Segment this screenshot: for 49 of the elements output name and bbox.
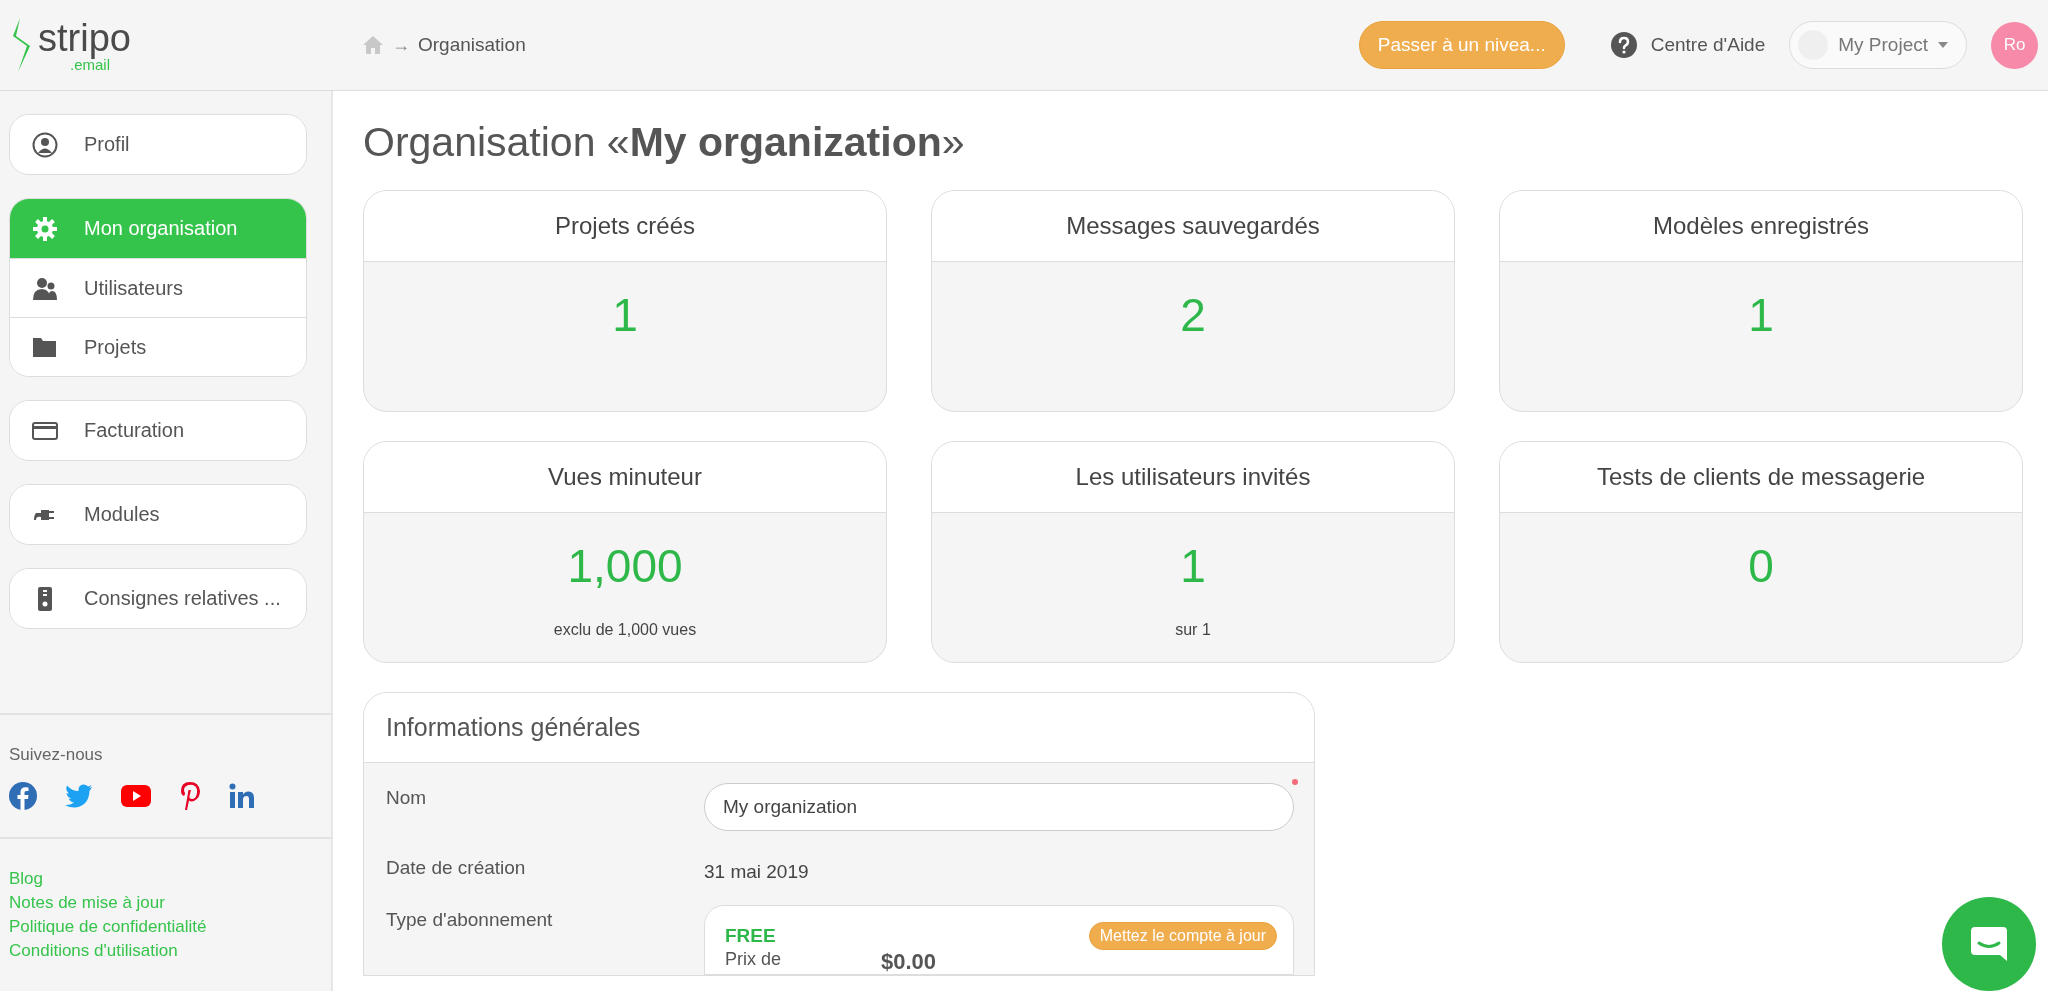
creation-date: 31 mai 2019 [704,860,810,883]
linkedin-icon[interactable] [229,783,255,809]
sidebar-item[interactable]: Facturation [10,401,306,460]
stat-value: 1 [1180,539,1206,593]
stat-note: sur 1 [1175,621,1211,639]
stat-value: 2 [1180,288,1206,342]
stat-value: 1 [612,288,638,342]
play-icon[interactable] [121,785,151,807]
follow-label: Suivez-nous [9,745,104,765]
stat-value: 1 [1748,288,1774,342]
stat-value: 0 [1748,539,1774,593]
bird-icon[interactable] [65,784,93,808]
sidebar-item[interactable]: Modules [10,485,306,544]
stat-title: Messages sauvegardés [1066,212,1320,240]
breadcrumb-separator: → [392,34,410,56]
stat-title: Tests de clients de messagerie [1596,463,1926,491]
help-icon[interactable] [1610,32,1637,58]
gear-icon [32,215,58,242]
field-label: Type d'abonnement [386,908,554,931]
stat-title: Les utilisateurs invités [1075,463,1311,491]
chat-bubble-icon [1969,925,2009,963]
price-value: $0.00 [881,950,937,975]
logo-name: stripo [38,18,131,57]
sidebar-item[interactable]: Consignes relatives ... [10,569,306,628]
page-title: Organisation «My organization» [363,119,966,166]
plan-name: FREE [725,925,776,947]
price-label: Prix de [725,950,782,971]
help-link[interactable]: Centre d'Aide [1650,34,1766,56]
field-label: Date de création [386,856,527,879]
user-icon [32,131,58,158]
sidebar-item[interactable]: Mon organisation [10,199,306,258]
stat-note: exclu de 1,000 vues [553,621,697,639]
avatar[interactable]: Ro [1991,21,2038,69]
stat-title: Vues minuteur [548,463,702,491]
caret-icon [1938,42,1948,48]
breadcrumb-current: Organisation [418,34,526,56]
required-dot [1292,779,1298,785]
facebook-icon[interactable] [9,782,37,810]
name-field[interactable]: My organization [704,783,1294,831]
sidebar-item[interactable]: Profil [10,115,306,174]
field-label: Nom [386,786,428,809]
users-icon [32,275,58,301]
stat-title: Modèles enregistrés [1652,212,1870,240]
project-select[interactable]: My Project [1789,21,1967,69]
panel-title: Informations générales [386,713,641,742]
stat-value: 1,000 [567,539,683,593]
stat-title: Projets créés [554,212,696,240]
sidebar-item[interactable]: Projets [10,317,306,376]
pin-icon[interactable] [179,781,201,811]
